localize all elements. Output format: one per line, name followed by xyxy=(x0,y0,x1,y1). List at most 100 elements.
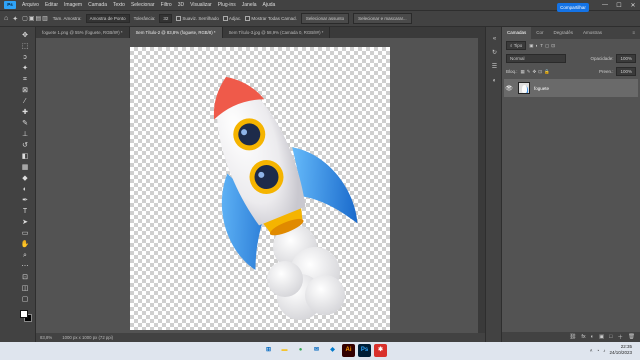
explorer-taskbar-icon[interactable]: ▬ xyxy=(278,344,291,357)
tolerance-input[interactable]: 32 xyxy=(159,14,173,23)
healing-tool-icon[interactable]: ✚ xyxy=(20,108,30,117)
home-icon[interactable]: ⌂ xyxy=(4,15,8,22)
move-tool-icon[interactable]: ✥ xyxy=(20,31,30,40)
tab-foguete-1[interactable]: foguete 1.png @ 55% (foguete, RGB/8#) * xyxy=(36,27,130,38)
lasso-tool-icon[interactable]: ↄ xyxy=(20,53,30,62)
filter-icons[interactable]: ▣◐T▢⊡ xyxy=(529,43,557,49)
vertical-scrollbar[interactable] xyxy=(478,38,485,333)
menu-3d[interactable]: 3D xyxy=(175,2,187,8)
crop-tool-icon[interactable]: ⌗ xyxy=(20,75,30,84)
edit-toolbar-icon[interactable]: ⊡ xyxy=(20,273,30,282)
mail-taskbar-icon[interactable]: ✉ xyxy=(310,344,323,357)
tab-cor[interactable]: Cor xyxy=(531,27,548,39)
brush-tool-icon[interactable]: ✎ xyxy=(20,119,30,128)
taskbar-apps: ⊞ ▬ ● ✉ ◆ Ai Ps ✱ xyxy=(262,344,387,357)
pen-tool-icon[interactable]: ✒ xyxy=(20,196,30,205)
chevron-up-icon[interactable]: ˄ xyxy=(590,348,593,353)
lock-icons[interactable]: ▦✎✥⊡🔒 xyxy=(521,69,552,75)
mask-icon[interactable]: ▣ xyxy=(599,334,604,340)
screen-mode-icon[interactable]: ▢ xyxy=(20,295,30,304)
panel-menu-icon[interactable]: ≡ xyxy=(627,27,640,39)
history-brush-tool-icon[interactable]: ↺ xyxy=(20,141,30,150)
new-layer-icon[interactable]: ＋ xyxy=(618,333,624,341)
app-red-taskbar-icon[interactable]: ✱ xyxy=(374,344,387,357)
quick-mask-icon[interactable]: ◫ xyxy=(20,284,30,293)
fx-icon[interactable]: fx xyxy=(581,334,585,340)
clock[interactable]: 22:35 24/10/2023 xyxy=(609,344,632,356)
menu-ajuda[interactable]: Ajuda xyxy=(260,2,279,8)
visibility-eye-icon[interactable]: 👁 xyxy=(504,85,514,92)
trash-icon[interactable]: 🗑 xyxy=(628,334,635,340)
tab-amostras[interactable]: Amostras xyxy=(578,27,607,39)
menu-camada[interactable]: Camada xyxy=(85,2,110,8)
tab-degrades[interactable]: Degradês xyxy=(549,27,579,39)
properties-icon[interactable]: ☰ xyxy=(490,63,499,72)
layer-kind-filter[interactable]: ⌕ Tipo xyxy=(506,41,527,50)
menu-filtro[interactable]: Filtro xyxy=(158,2,175,8)
checkbox-icon xyxy=(176,16,182,22)
stamp-tool-icon[interactable]: ⊥ xyxy=(20,130,30,139)
document-canvas[interactable] xyxy=(130,47,390,330)
eyedropper-tool-icon[interactable]: ⁄ xyxy=(20,97,30,106)
volume-icon[interactable]: ♪ xyxy=(603,348,605,353)
more-tools-icon[interactable]: ⋯ xyxy=(20,262,30,271)
select-subject-button[interactable]: Selecionar assunto xyxy=(300,13,350,24)
antialias-checkbox[interactable]: Suaviz. Serrilhado xyxy=(176,16,219,22)
sample-all-checkbox[interactable]: Mostrar Todas Camad. xyxy=(245,16,297,22)
checkbox-icon xyxy=(222,16,228,22)
foreground-color-swatch[interactable] xyxy=(20,310,28,318)
close-button[interactable]: ✕ xyxy=(626,2,640,9)
menu-editar[interactable]: Editar xyxy=(42,2,61,8)
illustrator-taskbar-icon[interactable]: Ai xyxy=(342,344,355,357)
menu-imagem[interactable]: Imagem xyxy=(61,2,85,8)
menu-janela[interactable]: Janela xyxy=(239,2,260,8)
frame-tool-icon[interactable]: ⊠ xyxy=(20,86,30,95)
adjustments-icon[interactable]: ◐ xyxy=(490,77,499,86)
windows-taskbar-icon[interactable]: ⊞ xyxy=(262,344,275,357)
link-layers-icon[interactable]: ⛓ xyxy=(569,334,576,340)
opacity-input[interactable]: 100% xyxy=(616,54,636,63)
layer-row[interactable]: 👁 foguete xyxy=(504,79,638,97)
adjustment-layer-icon[interactable]: ◐ xyxy=(591,334,594,340)
menu-plugins[interactable]: Plug-ins xyxy=(215,2,239,8)
gradient-tool-icon[interactable]: ▦ xyxy=(20,163,30,172)
dodge-tool-icon[interactable]: ◐ xyxy=(20,185,30,194)
selection-mode-icons[interactable]: ▢▣▤▥ xyxy=(22,15,49,22)
group-icon[interactable]: □ xyxy=(609,334,612,340)
panel-icon-strip: « ↻ ☰ ◐ xyxy=(485,27,502,342)
hand-tool-icon[interactable]: ✋ xyxy=(20,240,30,249)
collapse-icon[interactable]: « xyxy=(490,35,499,44)
maximize-button[interactable]: ☐ xyxy=(612,2,626,9)
select-mask-button[interactable]: Selecionar e mascarar... xyxy=(353,13,412,24)
wifi-icon[interactable]: ◔ xyxy=(597,348,600,353)
contiguous-checkbox[interactable]: Adjac. xyxy=(222,16,241,22)
tab-sem-titulo-3[interactable]: Sem Título-3.jpg @ 58,9% (Camada 0, RGB/… xyxy=(223,27,331,38)
fill-input[interactable]: 100% xyxy=(616,67,636,76)
type-tool-icon[interactable]: T xyxy=(20,207,30,216)
path-selection-tool-icon[interactable]: ➤ xyxy=(20,218,30,227)
menu-visualizar[interactable]: Visualizar xyxy=(187,2,215,8)
photoshop-logo: Ps xyxy=(4,1,16,9)
zoom-level[interactable]: 83,8% xyxy=(40,335,52,340)
marquee-tool-icon[interactable]: ⬚ xyxy=(20,42,30,51)
chrome-taskbar-icon[interactable]: ● xyxy=(294,344,307,357)
share-button[interactable]: Compartilhar xyxy=(557,3,589,12)
magic-wand-icon[interactable]: ✦ xyxy=(12,15,18,23)
sample-size-select[interactable]: Amostra de Ponto xyxy=(85,14,130,23)
zoom-tool-icon[interactable]: ⌕ xyxy=(20,251,30,260)
menu-texto[interactable]: Texto xyxy=(110,2,128,8)
blur-tool-icon[interactable]: ◆ xyxy=(20,174,30,183)
photoshop-taskbar-icon[interactable]: Ps xyxy=(358,344,371,357)
shape-tool-icon[interactable]: ▭ xyxy=(20,229,30,238)
eraser-tool-icon[interactable]: ◧ xyxy=(20,152,30,161)
blend-mode-select[interactable]: Normal xyxy=(506,54,566,63)
tab-camadas[interactable]: Camadas xyxy=(502,27,532,39)
tab-sem-titulo-2[interactable]: Sem Título-2 @ 83,8% (foguete, RGB/8) * xyxy=(129,27,223,38)
menu-selecionar[interactable]: Selecionar xyxy=(128,2,158,8)
minimize-button[interactable]: — xyxy=(598,2,612,9)
magic-wand-tool-icon[interactable]: ✦ xyxy=(20,64,30,73)
menu-arquivo[interactable]: Arquivo xyxy=(19,2,42,8)
vscode-taskbar-icon[interactable]: ◆ xyxy=(326,344,339,357)
history-icon[interactable]: ↻ xyxy=(490,49,499,58)
clock-date: 24/10/2023 xyxy=(609,350,632,355)
